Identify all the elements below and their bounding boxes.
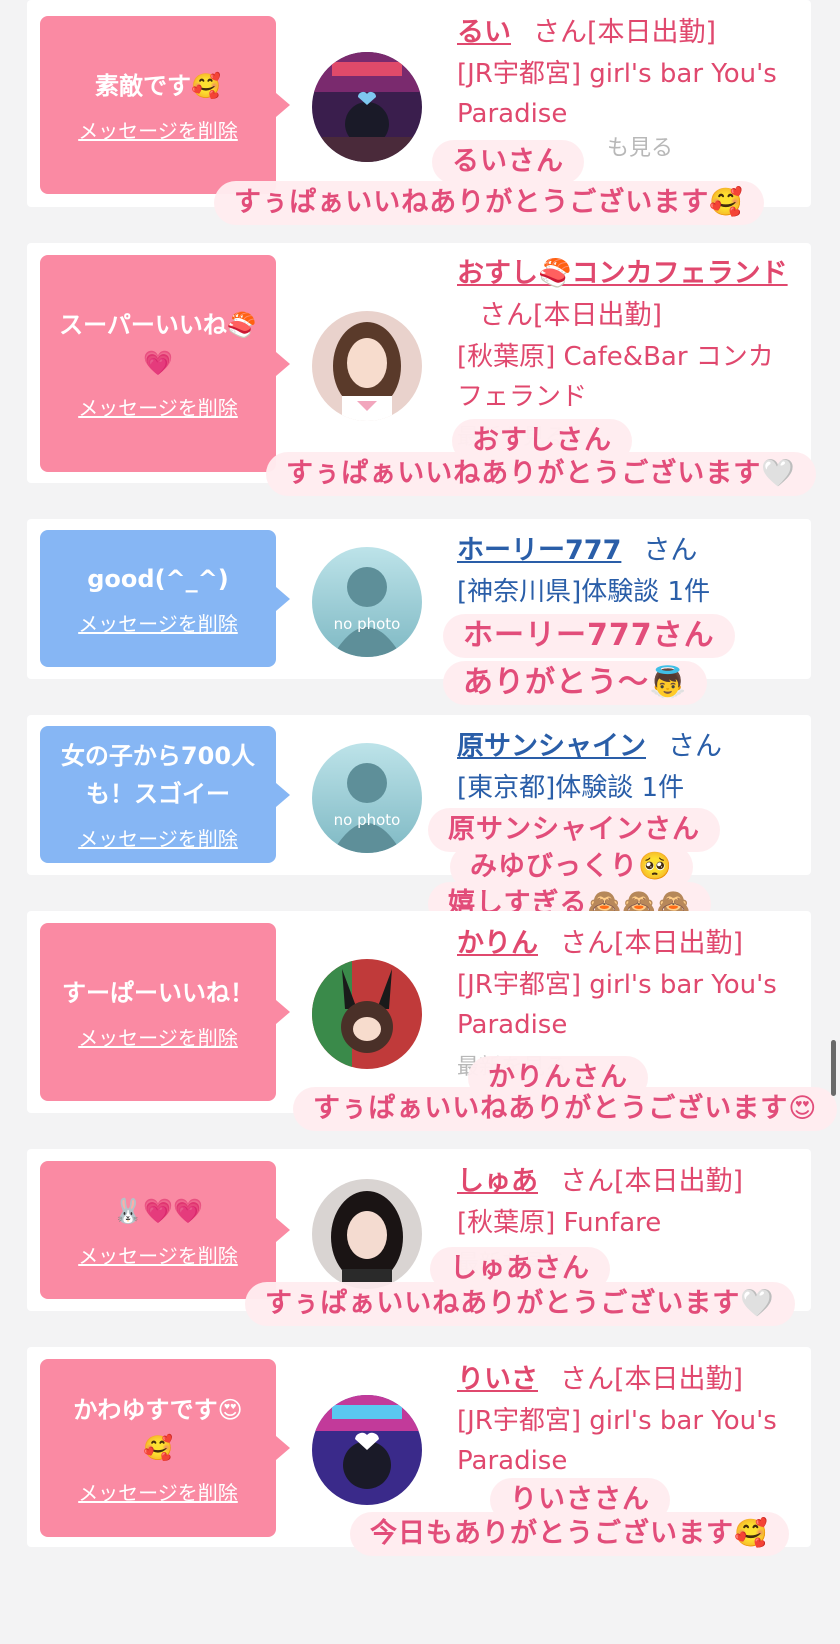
avatar-photo xyxy=(312,52,422,162)
san-label: さん[本日出勤] xyxy=(560,1166,744,1197)
user-name-link[interactable]: ホーリー777 xyxy=(457,535,621,566)
name-line: りいさ さん[本日出勤] xyxy=(457,1359,797,1401)
avatar[interactable]: no photo xyxy=(312,743,422,853)
delete-message-link[interactable]: メッセージを削除 xyxy=(78,608,238,637)
truncated-text: も見る xyxy=(607,136,674,161)
user-name-link[interactable]: しゅあ xyxy=(457,1166,538,1197)
reply-sticker: すぅぱぁいいねありがとうございます😍 xyxy=(293,1087,838,1131)
message-card: 素敵です🥰 メッセージを削除 るい さん[本日出勤] [JR宇都宮] girl's… xyxy=(27,0,811,207)
no-photo-label: no photo xyxy=(333,615,401,633)
shop-info: [秋葉原] Funfare xyxy=(457,1208,662,1238)
reply-sticker: すぅぱぁいいねありがとうございます🥰 xyxy=(214,181,764,225)
message-text: 素敵です🥰 xyxy=(95,71,221,100)
reply-sticker: 今日もありがとうございます🥰 xyxy=(350,1512,789,1556)
delete-message-link[interactable]: メッセージを削除 xyxy=(78,1240,238,1269)
message-text: スーパーいいね🍣💗 xyxy=(59,311,257,377)
shop-info: [JR宇都宮] girl's bar You's Paradise xyxy=(457,59,777,129)
message-text: 女の子から700人も！スゴイー xyxy=(60,742,256,808)
user-name-link[interactable]: かりん xyxy=(457,928,538,959)
message-bubble: 素敵です🥰 メッセージを削除 xyxy=(40,16,290,194)
avatar-photo xyxy=(312,311,422,421)
avatar[interactable] xyxy=(312,1395,422,1505)
avatar-photo xyxy=(312,959,422,1069)
name-line: かりん さん[本日出勤] xyxy=(457,923,797,965)
message-text: すーぱーいいね！ xyxy=(62,978,254,1007)
name-line: おすし🍣コンカフェランドさん[本日出勤] xyxy=(457,253,797,337)
message-card: スーパーいいね🍣💗 メッセージを削除 おすし🍣コンカフェランドさん[本日出勤] … xyxy=(27,243,811,483)
message-text: かわゆすです😍🥰 xyxy=(73,1395,243,1462)
avatar[interactable] xyxy=(312,52,422,162)
user-name-link[interactable]: るい xyxy=(457,17,511,48)
message-bubble: 女の子から700人も！スゴイー メッセージを削除 xyxy=(40,726,290,863)
delete-message-link[interactable]: メッセージを削除 xyxy=(78,1022,238,1051)
name-line: ホーリー777 さん xyxy=(457,530,797,572)
reply-sticker: ホーリー777さん xyxy=(443,614,735,658)
message-text: 🐰💗💗 xyxy=(113,1196,203,1225)
shop-info: [JR宇都宮] girl's bar You's Paradise xyxy=(457,1406,777,1476)
shop-info: [神奈川県]体験談 1件 xyxy=(457,577,711,607)
no-photo-avatar xyxy=(312,743,422,853)
avatar-photo xyxy=(312,1395,422,1505)
avatar[interactable] xyxy=(312,1179,422,1289)
reply-sticker: すぅぱぁいいねありがとうございます🤍 xyxy=(266,452,816,496)
message-bubble: good(^_^) メッセージを削除 xyxy=(40,530,290,667)
name-line: 原サンシャイン さん xyxy=(457,726,797,768)
name-line: しゅあ さん[本日出勤] xyxy=(457,1161,797,1203)
message-card: すーぱーいいね！ メッセージを削除 かりん さん[本日出勤] [JR宇都宮] gi… xyxy=(27,911,811,1113)
delete-message-link[interactable]: メッセージを削除 xyxy=(78,823,238,852)
delete-message-link[interactable]: メッセージを削除 xyxy=(78,1477,238,1506)
avatar[interactable] xyxy=(312,959,422,1069)
message-bubble: 🐰💗💗 メッセージを削除 xyxy=(40,1161,290,1299)
shop-info: [JR宇都宮] girl's bar You's Paradise xyxy=(457,970,777,1040)
san-label: さん xyxy=(668,731,722,762)
user-name-link[interactable]: りいさ xyxy=(457,1364,538,1395)
san-label: さん[本日出勤] xyxy=(560,1364,744,1395)
avatar[interactable] xyxy=(312,311,422,421)
no-photo-avatar xyxy=(312,547,422,657)
message-bubble: すーぱーいいね！ メッセージを削除 xyxy=(40,923,290,1101)
user-name-link[interactable]: 原サンシャイン xyxy=(457,731,646,762)
message-bubble: スーパーいいね🍣💗 メッセージを削除 xyxy=(40,255,290,472)
message-bubble: かわゆすです😍🥰 メッセージを削除 xyxy=(40,1359,290,1537)
name-line: るい さん[本日出勤] xyxy=(457,12,797,54)
reply-sticker: るいさん xyxy=(432,140,584,184)
san-label: さん[本日出勤] xyxy=(479,300,663,331)
avatar-photo xyxy=(312,1179,422,1289)
delete-message-link[interactable]: メッセージを削除 xyxy=(78,115,238,144)
san-label: さん[本日出勤] xyxy=(533,17,717,48)
scrollbar[interactable] xyxy=(831,1040,836,1096)
no-photo-label: no photo xyxy=(333,811,401,829)
message-text: good(^_^) xyxy=(87,565,229,593)
avatar[interactable]: no photo xyxy=(312,547,422,657)
shop-info: [東京都]体験談 1件 xyxy=(457,773,685,803)
user-name-link[interactable]: おすし🍣コンカフェランド xyxy=(457,258,788,289)
reply-sticker: ありがとう〜👼 xyxy=(443,661,708,705)
delete-message-link[interactable]: メッセージを削除 xyxy=(78,392,238,421)
san-label: さん[本日出勤] xyxy=(560,928,744,959)
shop-info: [秋葉原] Cafe&Bar コンカフェランド xyxy=(457,342,774,412)
reply-sticker: すぅぱぁいいねありがとうございます🤍 xyxy=(245,1282,795,1326)
san-label: さん xyxy=(643,535,698,566)
